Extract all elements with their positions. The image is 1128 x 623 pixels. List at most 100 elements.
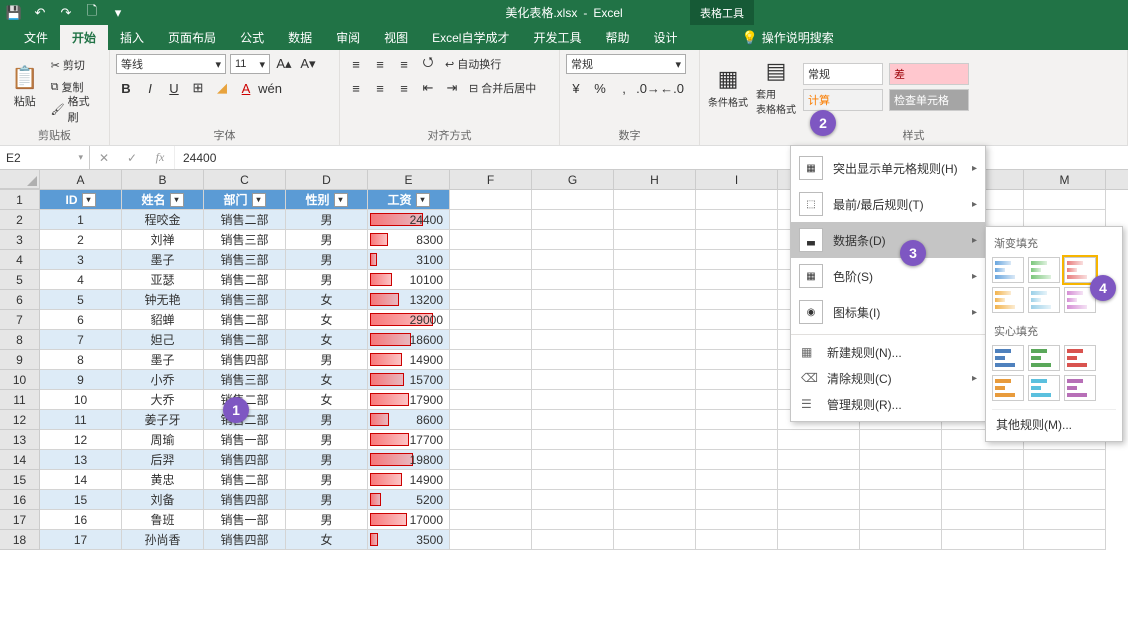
- tab-data[interactable]: 数据: [276, 25, 324, 50]
- redo-icon[interactable]: ↷: [58, 5, 74, 21]
- cell[interactable]: 孙尚香: [122, 530, 204, 550]
- cell[interactable]: 24400: [368, 210, 450, 230]
- cell[interactable]: [860, 510, 942, 530]
- cell[interactable]: 男: [286, 350, 368, 370]
- cell[interactable]: 刘备: [122, 490, 204, 510]
- more-rules[interactable]: 其他规则(M)...: [992, 409, 1116, 435]
- column-header[interactable]: D: [286, 170, 368, 189]
- cell[interactable]: [614, 410, 696, 430]
- phonetic-button[interactable]: wén: [260, 78, 280, 98]
- cell[interactable]: [532, 350, 614, 370]
- underline-button[interactable]: U: [164, 78, 184, 98]
- databar-swatch[interactable]: [1028, 375, 1060, 401]
- cell[interactable]: 墨子: [122, 350, 204, 370]
- cell[interactable]: [778, 510, 860, 530]
- cell[interactable]: [450, 210, 532, 230]
- filter-arrow-icon[interactable]: ▾: [334, 193, 348, 207]
- column-header[interactable]: M: [1024, 170, 1106, 189]
- cell[interactable]: 销售四部: [204, 490, 286, 510]
- font-size-combo[interactable]: 11▾: [230, 54, 270, 74]
- cell[interactable]: [860, 450, 942, 470]
- cell[interactable]: 10100: [368, 270, 450, 290]
- name-box[interactable]: E2 ▾: [0, 146, 90, 169]
- cell[interactable]: 8: [40, 350, 122, 370]
- tab-help[interactable]: 帮助: [594, 25, 642, 50]
- cell[interactable]: [450, 230, 532, 250]
- cell[interactable]: [614, 210, 696, 230]
- cell[interactable]: [696, 290, 778, 310]
- cell[interactable]: [696, 350, 778, 370]
- cell[interactable]: 女: [286, 370, 368, 390]
- tab-review[interactable]: 审阅: [324, 25, 372, 50]
- cell[interactable]: [450, 350, 532, 370]
- cell[interactable]: [860, 430, 942, 450]
- cell[interactable]: 销售二部: [204, 270, 286, 290]
- cf-new-rule[interactable]: ▦ 新建规则(N)...: [791, 339, 985, 365]
- cell[interactable]: [532, 230, 614, 250]
- cell[interactable]: 女: [286, 530, 368, 550]
- databar-swatch[interactable]: [1064, 257, 1096, 283]
- cell[interactable]: 男: [286, 230, 368, 250]
- cell[interactable]: [532, 210, 614, 230]
- row-header[interactable]: 1: [0, 190, 40, 210]
- cell[interactable]: [532, 270, 614, 290]
- cell[interactable]: [696, 510, 778, 530]
- databar-swatch[interactable]: [992, 287, 1024, 313]
- align-top-button[interactable]: ≡: [346, 54, 366, 74]
- databar-swatch[interactable]: [992, 257, 1024, 283]
- filter-arrow-icon[interactable]: ▾: [82, 193, 96, 207]
- cell[interactable]: 销售二部: [204, 310, 286, 330]
- column-header[interactable]: I: [696, 170, 778, 189]
- cell[interactable]: [614, 450, 696, 470]
- cell[interactable]: [1024, 510, 1106, 530]
- cell[interactable]: 女: [286, 390, 368, 410]
- align-bottom-button[interactable]: ≡: [394, 54, 414, 74]
- cell[interactable]: [696, 190, 778, 210]
- merge-button[interactable]: ⊟合并后居中: [466, 78, 539, 98]
- cell[interactable]: [942, 490, 1024, 510]
- cell[interactable]: 销售四部: [204, 350, 286, 370]
- font-color-button[interactable]: A: [236, 78, 256, 98]
- cell[interactable]: [696, 370, 778, 390]
- cell[interactable]: 鲁班: [122, 510, 204, 530]
- tab-formulas[interactable]: 公式: [228, 25, 276, 50]
- style-bad[interactable]: 差: [889, 63, 969, 85]
- table-header-cell[interactable]: 性别▾: [286, 190, 368, 210]
- cell[interactable]: [778, 530, 860, 550]
- cell[interactable]: 销售二部: [204, 330, 286, 350]
- cell[interactable]: [532, 390, 614, 410]
- cell[interactable]: 销售四部: [204, 450, 286, 470]
- cell[interactable]: [532, 190, 614, 210]
- cell[interactable]: 小乔: [122, 370, 204, 390]
- cell[interactable]: [450, 450, 532, 470]
- row-header[interactable]: 15: [0, 470, 40, 490]
- databar-swatch[interactable]: [992, 345, 1024, 371]
- cell[interactable]: 8600: [368, 410, 450, 430]
- cell[interactable]: 女: [286, 330, 368, 350]
- cell[interactable]: 姜子牙: [122, 410, 204, 430]
- column-header[interactable]: G: [532, 170, 614, 189]
- cell[interactable]: [696, 230, 778, 250]
- cell[interactable]: [696, 470, 778, 490]
- cell[interactable]: 貂蝉: [122, 310, 204, 330]
- cell[interactable]: [614, 250, 696, 270]
- align-right-button[interactable]: ≡: [394, 78, 414, 98]
- cell[interactable]: 4: [40, 270, 122, 290]
- cell[interactable]: [614, 390, 696, 410]
- cell[interactable]: [1024, 490, 1106, 510]
- style-check[interactable]: 检查单元格: [889, 89, 969, 111]
- cell[interactable]: 5200: [368, 490, 450, 510]
- cf-color-scales[interactable]: ▦ 色阶(S) ▸: [791, 258, 985, 294]
- cell[interactable]: [532, 510, 614, 530]
- cell[interactable]: [614, 330, 696, 350]
- font-name-combo[interactable]: 等线▾: [116, 54, 226, 74]
- cell[interactable]: [860, 530, 942, 550]
- cut-button[interactable]: ✂剪切: [48, 55, 103, 75]
- cell[interactable]: [614, 370, 696, 390]
- cell[interactable]: [450, 330, 532, 350]
- cell[interactable]: [450, 370, 532, 390]
- align-middle-button[interactable]: ≡: [370, 54, 390, 74]
- cell[interactable]: 销售一部: [204, 430, 286, 450]
- cell[interactable]: 17900: [368, 390, 450, 410]
- cell[interactable]: [450, 390, 532, 410]
